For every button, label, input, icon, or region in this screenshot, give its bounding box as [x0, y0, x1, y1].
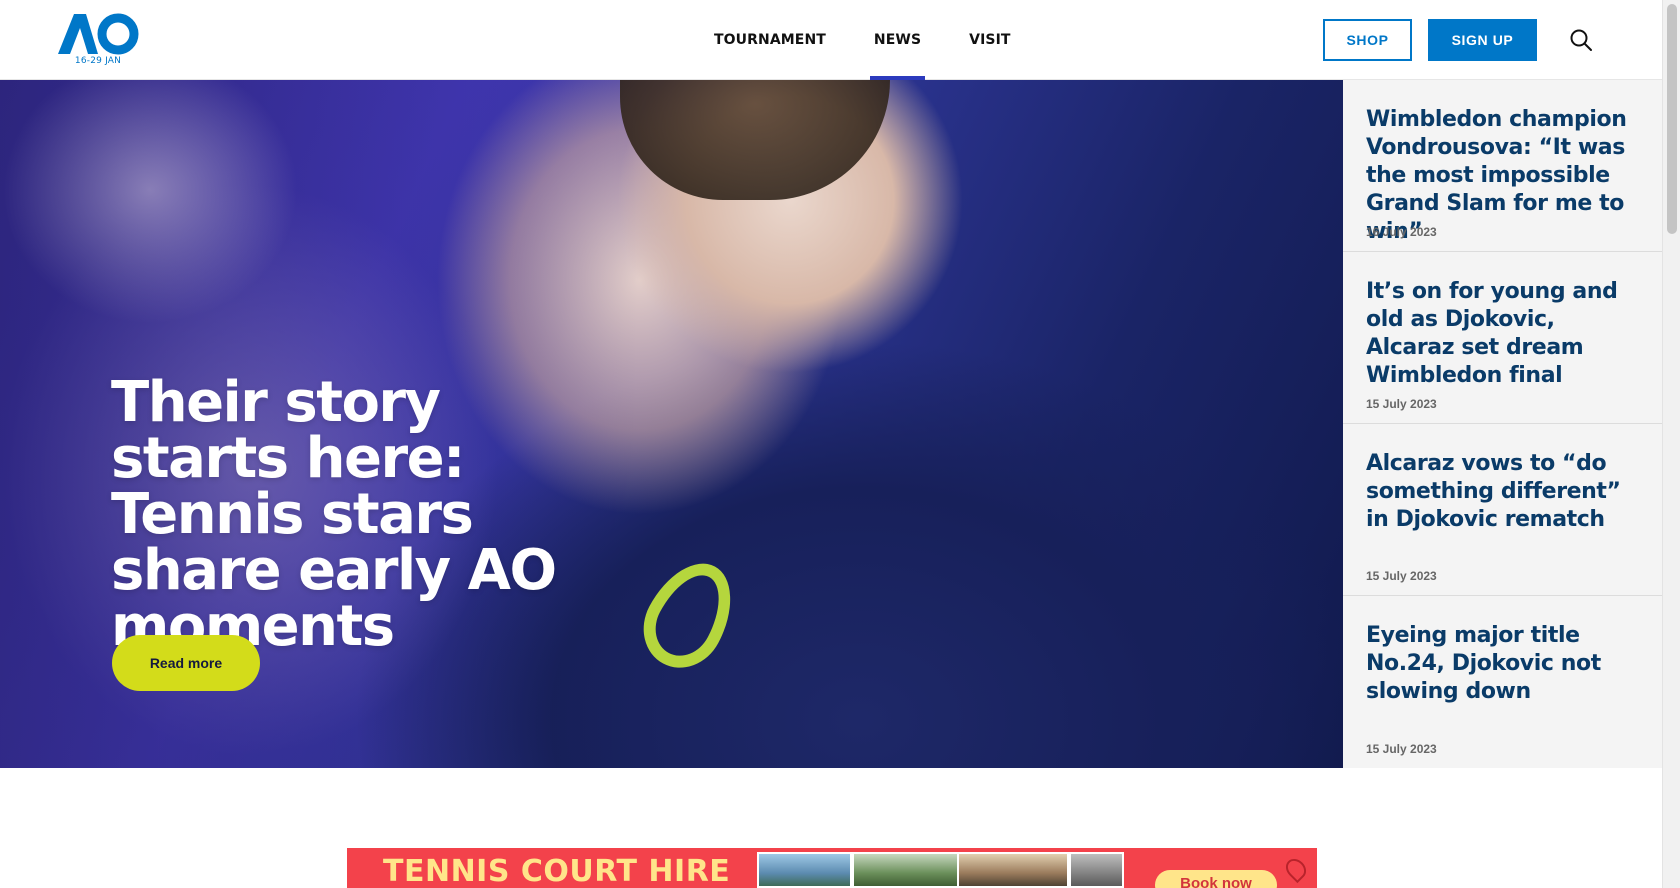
- news-date: 16 July 2023: [1366, 225, 1437, 239]
- hero-feature[interactable]: Their story starts here: Tennis stars sh…: [0, 80, 1343, 768]
- shop-button[interactable]: SHOP: [1323, 19, 1412, 61]
- news-item[interactable]: Alcaraz vows to “do something different”…: [1343, 424, 1662, 596]
- banner-photo: [957, 852, 1069, 888]
- news-date: 15 July 2023: [1366, 742, 1437, 756]
- news-headline[interactable]: It’s on for young and old as Djokovic, A…: [1366, 278, 1648, 390]
- news-headline[interactable]: Alcaraz vows to “do something different”…: [1366, 450, 1648, 534]
- page: 16-29 JAN TOURNAMENT NEWS VISIT SHOP SIG…: [0, 0, 1680, 888]
- ao-logo[interactable]: 16-29 JAN: [56, 12, 140, 68]
- hero-headline[interactable]: Their story starts here: Tennis stars sh…: [111, 375, 581, 655]
- site-header: 16-29 JAN TOURNAMENT NEWS VISIT SHOP SIG…: [0, 0, 1662, 80]
- location-pin-icon: [1281, 854, 1311, 884]
- banner-headline: TENNIS COURT HIRE: [383, 854, 731, 888]
- news-date: 15 July 2023: [1366, 397, 1437, 411]
- nav-news[interactable]: NEWS: [850, 0, 945, 80]
- sign-up-button[interactable]: SIGN UP: [1428, 19, 1537, 61]
- main-nav: TOURNAMENT NEWS VISIT: [690, 0, 1035, 80]
- scrollbar-thumb[interactable]: [1667, 4, 1677, 234]
- ao-logo-mark: [58, 13, 139, 55]
- banner-photo: [1069, 852, 1124, 888]
- news-item[interactable]: Eyeing major title No.24, Djokovic not s…: [1343, 596, 1662, 768]
- hero-image: [620, 80, 890, 200]
- tournament-dates: 16-29 JAN: [74, 56, 122, 66]
- search-icon[interactable]: [1569, 28, 1593, 52]
- book-now-button[interactable]: Book now: [1155, 870, 1277, 888]
- banner-photo: [757, 852, 852, 888]
- read-more-button[interactable]: Read more: [112, 635, 260, 691]
- nav-tournament[interactable]: TOURNAMENT: [690, 0, 850, 80]
- shirt-logo-graphic: [628, 548, 750, 682]
- news-headline[interactable]: Eyeing major title No.24, Djokovic not s…: [1366, 622, 1648, 706]
- tennis-court-hire-ad[interactable]: TENNIS COURT HIRE Book now: [347, 848, 1317, 888]
- news-date: 15 July 2023: [1366, 569, 1437, 583]
- news-item[interactable]: It’s on for young and old as Djokovic, A…: [1343, 252, 1662, 424]
- news-item[interactable]: Wimbledon champion Vondrousova: “It was …: [1343, 80, 1662, 252]
- page-scrollbar[interactable]: [1662, 0, 1680, 888]
- news-sidebar: Wimbledon champion Vondrousova: “It was …: [1343, 80, 1662, 768]
- banner-photo: [852, 852, 972, 888]
- nav-visit[interactable]: VISIT: [945, 0, 1034, 80]
